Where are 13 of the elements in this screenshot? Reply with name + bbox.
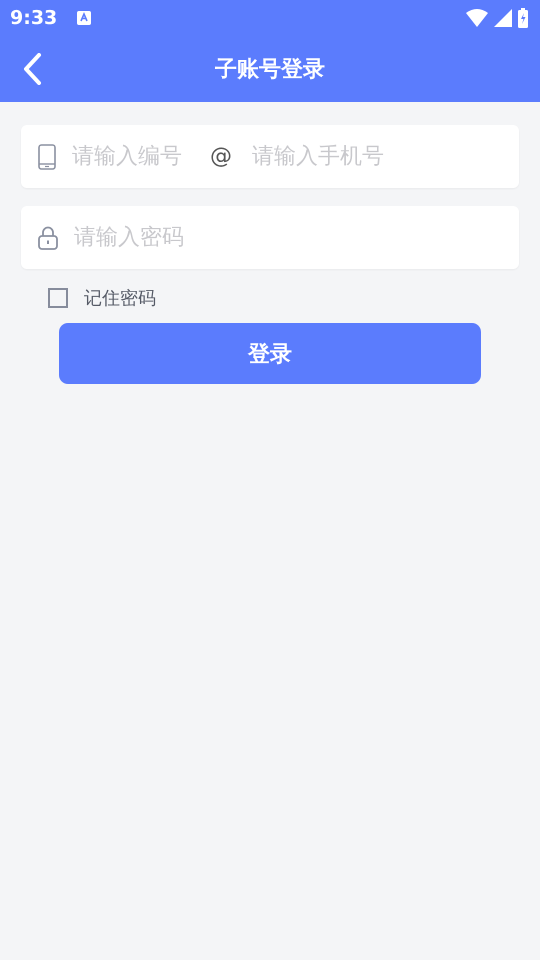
battery-icon [518,8,528,28]
remember-label: 记住密码 [84,287,156,310]
page-title: 子账号登录 [215,56,325,84]
at-separator: @ [210,144,232,169]
phone-icon [38,144,56,170]
lock-icon [38,226,58,250]
signal-icon [494,9,512,27]
status-time: 9:33 [10,7,58,29]
back-icon[interactable] [22,53,42,85]
login-button[interactable]: 登录 [59,323,481,384]
notification-icon [77,11,92,25]
remember-checkbox[interactable] [48,288,68,308]
wifi-icon [466,9,488,27]
